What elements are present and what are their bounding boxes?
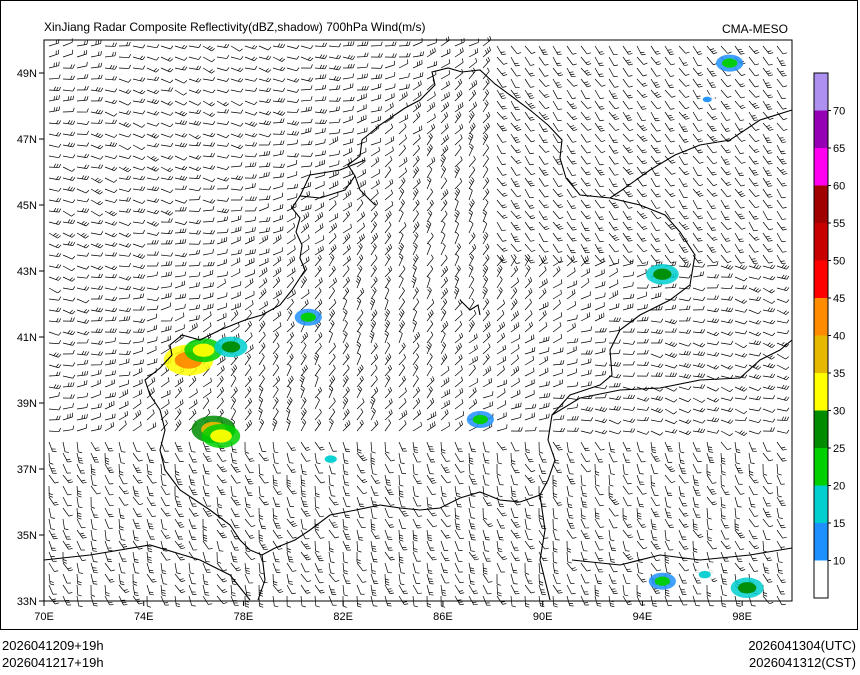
- wind-barb-flag: [489, 35, 492, 40]
- map-figure: 49N47N45N43N41N39N37N35N33N 70E 74E 78E 82E…: [17, 35, 845, 623]
